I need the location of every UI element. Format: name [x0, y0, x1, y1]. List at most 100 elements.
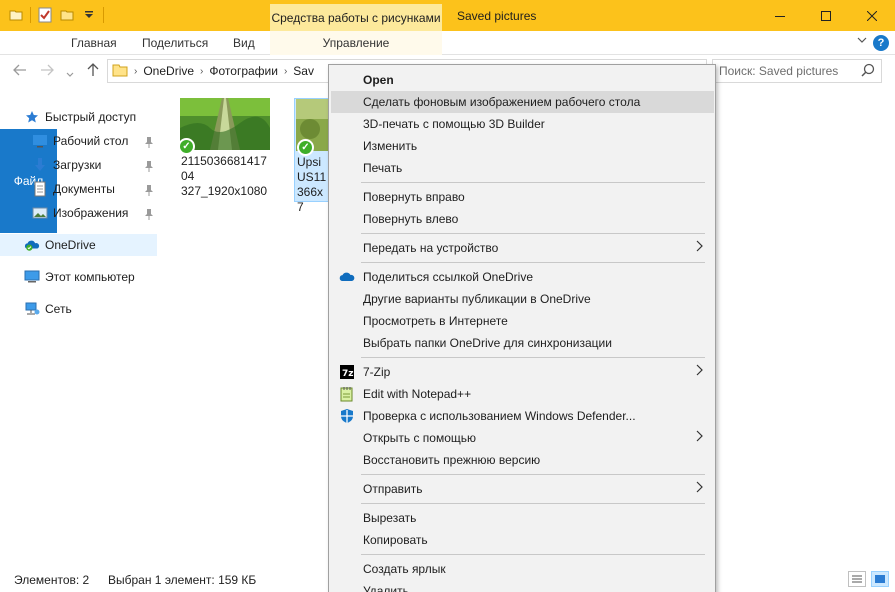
menu-item-label: Повернуть вправо	[363, 190, 465, 204]
back-arrow-icon[interactable]	[13, 63, 27, 79]
sidebar-item-this-pc[interactable]: Этот компьютер	[24, 266, 135, 288]
help-button[interactable]: ?	[873, 35, 889, 51]
breadcrumb-saved-pictures[interactable]: Sav	[293, 64, 314, 78]
menu-item-3d-print[interactable]: 3D-печать с помощью 3D Builder	[331, 113, 714, 135]
item-count: Элементов: 2	[14, 573, 90, 587]
window-title: Saved pictures	[457, 9, 537, 23]
menu-item-cast-to-device[interactable]: Передать на устройство	[331, 237, 714, 259]
download-icon	[32, 157, 48, 173]
menu-item-rotate-left[interactable]: Повернуть влево	[331, 208, 714, 230]
sidebar-item-label: Загрузки	[53, 158, 102, 172]
menu-item-label: Отправить	[363, 482, 423, 496]
synced-check-icon: ✓	[297, 139, 314, 156]
details-view-icon[interactable]	[848, 571, 866, 587]
navigation-pane: Быстрый доступ Рабочий стол Загрузки Док…	[0, 100, 157, 560]
chevron-right-icon[interactable]: ›	[134, 66, 137, 77]
file-name-line: Upsi	[297, 155, 322, 169]
menu-item-7zip[interactable]: 7z 7-Zip	[331, 361, 714, 383]
folder-icon	[112, 63, 128, 80]
menu-item-windows-defender-scan[interactable]: Проверка с использованием Windows Defend…	[331, 405, 714, 427]
menu-item-edit-notepadpp[interactable]: Edit with Notepad++	[331, 383, 714, 405]
menu-item-label: Изменить	[363, 139, 418, 153]
menu-item-print[interactable]: Печать	[331, 157, 714, 179]
minimize-button[interactable]	[757, 0, 803, 31]
status-bar: Элементов: 2 Выбран 1 элемент: 159 КБ	[0, 568, 895, 592]
menu-item-rotate-right[interactable]: Повернуть вправо	[331, 186, 714, 208]
tab-home[interactable]: Главная	[71, 31, 117, 55]
computer-icon	[24, 269, 40, 285]
menu-item-choose-onedrive-folders[interactable]: Выбрать папки OneDrive для синхронизации	[331, 332, 714, 354]
menu-item-more-onedrive-sharing[interactable]: Другие варианты публикации в OneDrive	[331, 288, 714, 310]
sidebar-item-pictures[interactable]: Изображения	[32, 202, 128, 224]
folder-icon[interactable]	[8, 6, 24, 24]
search-placeholder: Поиск: Saved pictures	[719, 64, 839, 78]
context-menu: Open Сделать фоновым изображением рабоче…	[328, 64, 716, 592]
chevron-right-icon[interactable]: ›	[284, 66, 287, 77]
search-input[interactable]: Поиск: Saved pictures	[712, 59, 882, 83]
tab-manage[interactable]: Управление	[270, 31, 442, 55]
sidebar-item-documents[interactable]: Документы	[32, 178, 115, 200]
forward-arrow-icon[interactable]	[40, 63, 54, 79]
menu-item-edit[interactable]: Изменить	[331, 135, 714, 157]
document-icon	[32, 181, 48, 197]
menu-item-open[interactable]: Open	[331, 69, 714, 91]
recent-locations-icon[interactable]	[66, 65, 74, 81]
menu-item-label: Просмотреть в Интернете	[363, 314, 508, 328]
new-folder-icon[interactable]	[59, 6, 75, 24]
menu-separator	[361, 233, 705, 234]
tab-share[interactable]: Поделиться	[142, 31, 208, 55]
file-name[interactable]: 211503668141704 327_1920x1080	[181, 154, 271, 199]
menu-separator	[361, 182, 705, 183]
menu-item-cut[interactable]: Вырезать	[331, 507, 714, 529]
close-button[interactable]	[849, 0, 895, 31]
menu-item-copy[interactable]: Копировать	[331, 529, 714, 551]
menu-item-label: 7-Zip	[363, 365, 391, 379]
chevron-right-icon	[696, 364, 704, 379]
pin-icon[interactable]	[144, 160, 154, 175]
picture-tools-group: Средства работы с рисунками	[270, 4, 442, 32]
tab-view[interactable]: Вид	[233, 31, 255, 55]
up-arrow-icon[interactable]	[87, 63, 99, 80]
quick-access-toolbar	[8, 6, 104, 24]
customize-qat-icon[interactable]	[81, 6, 97, 24]
sidebar-item-quick-access[interactable]: Быстрый доступ	[24, 106, 136, 128]
sidebar-item-label: Быстрый доступ	[45, 110, 137, 124]
sidebar-item-label: Этот компьютер	[45, 270, 135, 284]
menu-item-label: 3D-печать с помощью 3D Builder	[363, 117, 545, 131]
svg-text:7z: 7z	[342, 369, 354, 379]
menu-item-send-to[interactable]: Отправить	[331, 478, 714, 500]
sidebar-item-desktop[interactable]: Рабочий стол	[32, 130, 128, 152]
breadcrumb-onedrive[interactable]: OneDrive	[143, 64, 194, 78]
menu-item-share-onedrive-link[interactable]: Поделиться ссылкой OneDrive	[331, 266, 714, 288]
breadcrumb-photos[interactable]: Фотографии	[209, 64, 278, 78]
menu-item-view-online[interactable]: Просмотреть в Интернете	[331, 310, 714, 332]
menu-item-label: Печать	[363, 161, 403, 175]
chevron-right-icon	[696, 240, 704, 255]
sidebar-item-onedrive[interactable]: OneDrive	[0, 234, 157, 256]
file-item[interactable]: ✓ 211503668141704 327_1920x1080	[178, 98, 271, 202]
file-name[interactable]: Upsi US11 366x7	[297, 155, 329, 215]
menu-separator	[361, 357, 705, 358]
defender-icon	[339, 408, 355, 424]
menu-item-open-with[interactable]: Открыть с помощью	[331, 427, 714, 449]
sidebar-item-downloads[interactable]: Загрузки	[32, 154, 101, 176]
large-icons-view-icon[interactable]	[871, 571, 889, 587]
maximize-button[interactable]	[803, 0, 849, 31]
qat-separator	[30, 7, 31, 23]
file-item-selected[interactable]: ✓ Upsi US11 366x7	[294, 98, 330, 214]
search-icon[interactable]	[861, 63, 875, 80]
chevron-right-icon[interactable]: ›	[200, 66, 203, 77]
menu-item-label: Выбрать папки OneDrive для синхронизации	[363, 336, 612, 350]
properties-icon[interactable]	[37, 6, 53, 24]
menu-item-label: Повернуть влево	[363, 212, 459, 226]
notepadpp-icon	[339, 386, 355, 402]
ribbon-expand-icon[interactable]	[857, 36, 867, 47]
menu-item-restore-previous-version[interactable]: Восстановить прежнюю версию	[331, 449, 714, 471]
pin-icon[interactable]	[144, 208, 154, 223]
pin-icon[interactable]	[144, 136, 154, 151]
sidebar-item-network[interactable]: Сеть	[24, 298, 72, 320]
selection-info: Выбран 1 элемент: 159 КБ	[108, 573, 257, 587]
pin-icon[interactable]	[144, 184, 154, 199]
menu-separator	[361, 503, 705, 504]
menu-item-set-desktop-background[interactable]: Сделать фоновым изображением рабочего ст…	[331, 91, 714, 113]
